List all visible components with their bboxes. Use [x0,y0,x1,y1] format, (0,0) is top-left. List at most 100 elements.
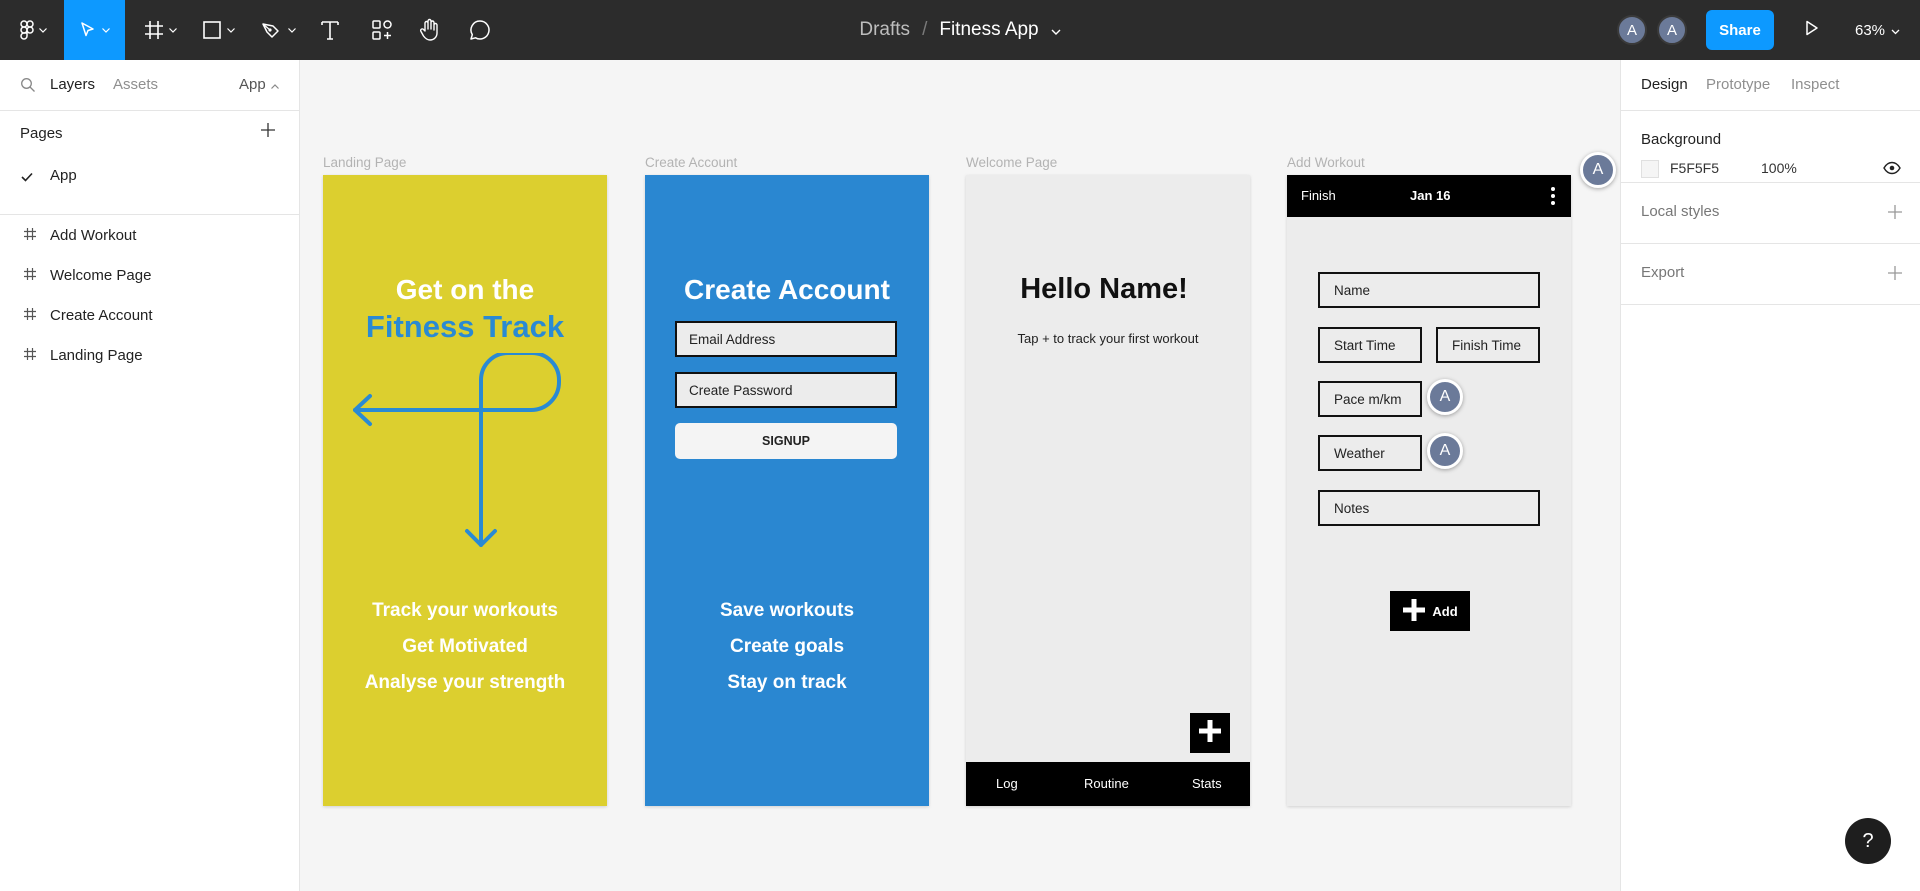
name-field[interactable]: Name [1318,272,1540,308]
collaborator-cursor-avatar[interactable]: A [1427,433,1463,469]
password-field[interactable]: Create Password [675,372,897,408]
add-workout-button[interactable] [1190,713,1230,753]
start-time-field[interactable]: Start Time [1318,327,1422,363]
left-panel: Layers Assets App Pages App Add Workout … [0,60,300,891]
main-menu-button[interactable] [12,0,54,60]
page-switcher-label: App [239,76,266,93]
finish-button[interactable]: Finish [1301,188,1336,203]
move-tool-button[interactable] [64,0,125,60]
background-hex[interactable]: F5F5F5 [1670,160,1719,176]
right-panel-tabs: Design Prototype Inspect [1621,60,1920,111]
page-switcher[interactable]: App [239,76,279,93]
add-page-button[interactable] [260,122,280,142]
chevron-down-icon[interactable] [1051,19,1061,41]
frame-label-create-account[interactable]: Create Account [645,155,737,170]
finish-time-field[interactable]: Finish Time [1436,327,1540,363]
comment-bubble-icon [469,19,491,41]
welcome-greeting: Hello Name! [1020,273,1188,305]
frame-label-add-workout[interactable]: Add Workout [1287,155,1365,170]
file-name[interactable]: Fitness App [939,19,1038,41]
export-section: Export [1621,244,1920,305]
landing-title-line1: Get on the [395,274,535,305]
landing-feature-line: Analyse your strength [364,672,566,693]
layer-item-label: Welcome Page [50,266,152,284]
landing-feature-line: Track your workouts [372,600,558,621]
tab-prototype[interactable]: Prototype [1706,76,1770,93]
collaborator-avatar[interactable]: A [1657,15,1687,45]
comment-tool-button[interactable] [460,0,500,60]
background-opacity[interactable]: 100% [1761,160,1797,176]
hand-tool-button[interactable] [410,0,450,60]
frame-hash-icon [23,347,37,365]
tab-layers[interactable]: Layers [50,76,95,93]
chevron-down-icon [102,27,110,33]
more-vertical-icon[interactable] [1550,186,1556,211]
frame-hash-icon [23,227,37,245]
zoom-dropdown[interactable]: 63% [1855,0,1900,60]
plus-icon [1402,598,1426,625]
text-t-icon [320,19,340,41]
layer-item-create-account[interactable]: Create Account [0,300,299,330]
email-field[interactable]: Email Address [675,321,897,357]
layer-item-welcome-page[interactable]: Welcome Page [0,260,299,290]
frame-label-landing-page[interactable]: Landing Page [323,155,406,170]
background-section: Background F5F5F5 100% [1621,111,1920,183]
pages-heading: Pages [20,125,63,142]
workout-header-bar: Finish Jan 16 [1287,175,1571,217]
weather-field[interactable]: Weather [1318,435,1422,471]
frame-welcome-page[interactable]: Hello Name! Tap + to track your first wo… [966,175,1250,806]
signup-button[interactable]: SIGNUP [675,423,897,459]
collaborator-cursor-avatar[interactable]: A [1427,379,1463,415]
add-style-button[interactable] [1887,204,1903,220]
add-button[interactable]: Add [1390,591,1470,631]
breadcrumb-separator: / [922,19,928,40]
pen-tool-button[interactable] [256,0,300,60]
frame-add-workout[interactable]: Finish Jan 16 Name Start Time Finish Tim… [1287,175,1571,806]
check-icon [21,169,33,186]
local-styles-section: Local styles [1621,183,1920,244]
text-tool-button[interactable] [310,0,350,60]
tab-inspect[interactable]: Inspect [1791,76,1839,93]
nav-stats[interactable]: Stats [1192,776,1222,791]
nav-routine[interactable]: Routine [1084,776,1129,791]
search-icon[interactable] [20,77,36,98]
track-path-illustration-icon [353,351,573,558]
shape-tool-button[interactable] [196,0,240,60]
frame-label-welcome-page[interactable]: Welcome Page [966,155,1057,170]
chevron-down-icon [1891,22,1900,39]
present-button[interactable] [1797,15,1827,45]
landing-feature-line: Get Motivated [402,636,528,657]
add-export-button[interactable] [1887,265,1903,281]
tab-design[interactable]: Design [1641,76,1688,93]
frame-create-account[interactable]: Create Account Email Address Create Pass… [645,175,929,806]
play-icon [1805,20,1819,41]
page-item-app[interactable]: App [0,161,299,189]
layer-item-add-workout[interactable]: Add Workout [0,220,299,250]
share-button[interactable]: Share [1706,10,1774,50]
workout-date: Jan 16 [1410,188,1451,203]
collaborator-avatar[interactable]: A [1617,15,1647,45]
pace-field[interactable]: Pace m/km [1318,381,1422,417]
notes-field[interactable]: Notes [1318,490,1540,526]
chevron-down-icon [38,27,47,33]
tab-assets[interactable]: Assets [113,76,158,93]
eye-icon[interactable] [1883,161,1901,180]
color-swatch[interactable] [1641,160,1659,178]
breadcrumb-drafts[interactable]: Drafts [859,19,910,41]
hand-icon [419,18,441,42]
figma-logo-icon [19,20,34,40]
collaborator-cursor-avatar[interactable]: A [1580,152,1616,188]
frame-tool-button[interactable] [138,0,182,60]
frame-landing-page[interactable]: Get on the Fitness Track Track your work… [323,175,607,806]
plus-icon [1197,718,1223,749]
components-icon [371,19,393,41]
local-styles-heading: Local styles [1641,203,1720,220]
cursor-arrow-icon [79,21,97,39]
layer-item-landing-page[interactable]: Landing Page [0,340,299,370]
help-button[interactable]: ? [1845,818,1891,864]
top-toolbar: Drafts / Fitness App A A Share 63% [0,0,1920,60]
rectangle-icon [202,20,222,40]
nav-log[interactable]: Log [996,776,1018,791]
resources-tool-button[interactable] [362,0,402,60]
bottom-nav: Log Routine Stats [966,762,1250,806]
